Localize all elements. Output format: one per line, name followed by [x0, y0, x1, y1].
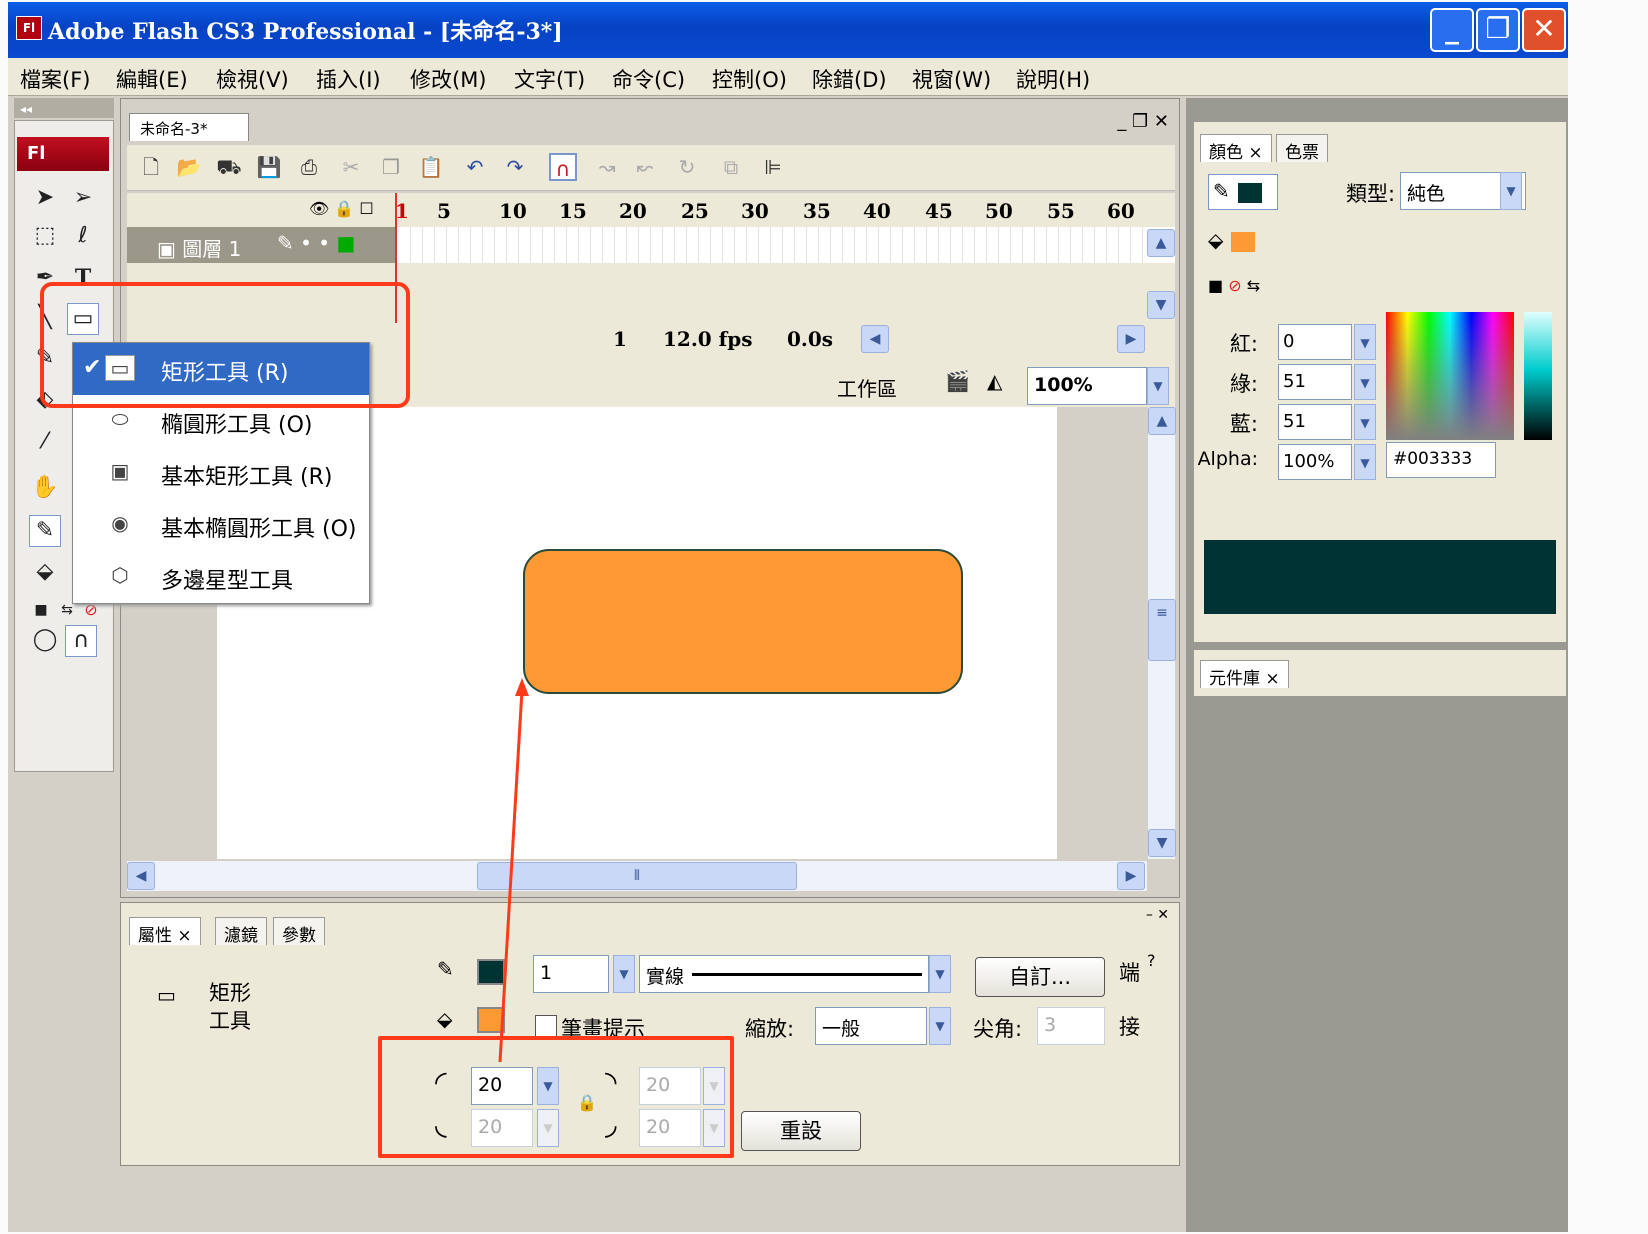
annotation-arrow — [498, 678, 529, 1063]
flash-window: Fl Adobe Flash CS3 Professional - [未命名-3… — [8, 2, 1568, 1232]
